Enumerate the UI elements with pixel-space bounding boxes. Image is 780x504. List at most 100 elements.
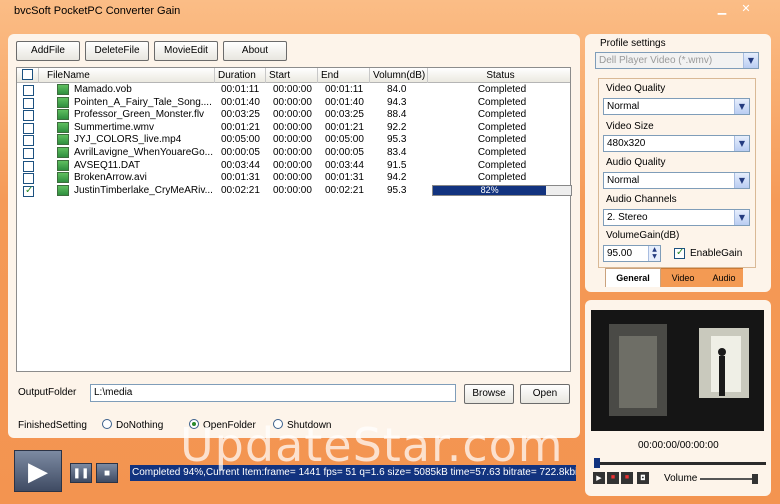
audio-channels-value: 2. Stereo — [607, 212, 648, 223]
output-folder-label: OutputFolder — [18, 387, 77, 398]
stop-icon[interactable]: ■ — [96, 463, 118, 483]
status-value: Completed — [477, 134, 527, 146]
volume-handle[interactable] — [752, 474, 758, 484]
video-quality-value: Normal — [607, 101, 640, 112]
minimize-icon[interactable]: ▁ — [712, 2, 732, 16]
volume-value: 94.2 — [387, 172, 407, 184]
table-row[interactable]: AVSEQ11.DAT 00:03:44 00:00:00 00:03:44 91.5 C… — [17, 159, 570, 173]
snapshot-icon[interactable]: ◘ — [637, 472, 649, 484]
table-row[interactable]: AvrilLavigne_WhenYouareGo... 00:00:05 00:0… — [17, 147, 570, 160]
select-all-checkbox[interactable] — [22, 69, 33, 80]
file-name: AvrilLavigne_WhenYouareGo... — [74, 147, 213, 158]
chevron-down-icon[interactable]: ▼ — [743, 53, 758, 68]
table-row[interactable]: Mamado.vob 00:01:11 00:00:00 00:01:11 84.0 Co… — [17, 84, 570, 97]
row-checkbox[interactable] — [23, 110, 34, 122]
playback-time: 00:00:00/00:00:00 — [638, 440, 719, 451]
tab-audio[interactable]: Audio — [705, 268, 743, 287]
tab-video[interactable]: Video — [661, 268, 705, 287]
output-folder-input[interactable]: L:\media — [90, 384, 456, 402]
table-row[interactable]: JYJ_COLORS_live.mp4 00:05:00 00:00:00 00:05… — [17, 134, 570, 147]
audio-quality-select[interactable]: Normal ▼ — [603, 172, 750, 189]
end-value: 00:02:21 — [325, 184, 364, 196]
close-icon[interactable]: ✕ — [736, 2, 756, 16]
about-button[interactable]: About — [223, 41, 287, 61]
table-row[interactable]: Summertime.wmv 00:01:21 00:00:00 00:01:21 92… — [17, 121, 570, 135]
table-row[interactable]: Pointen_A_Fairy_Tale_Song.... 00:01:40 00:… — [17, 96, 570, 110]
table-row[interactable]: BrokenArrow.avi 00:01:31 00:00:00 00:01:31 9… — [17, 172, 570, 185]
audio-quality-label: Audio Quality — [606, 157, 666, 168]
header-start[interactable]: Start — [266, 68, 318, 83]
header-status[interactable]: Status — [428, 68, 570, 83]
volume-slider[interactable] — [700, 478, 758, 480]
enable-gain-checkbox[interactable] — [674, 247, 685, 259]
video-file-icon — [57, 109, 69, 121]
chevron-down-icon[interactable]: ▼ — [734, 136, 749, 151]
video-size-select[interactable]: 480x320 ▼ — [603, 135, 750, 152]
movie-edit-button[interactable]: MovieEdit — [154, 41, 218, 61]
table-row[interactable]: Professor_Green_Monster.flv 00:03:25 00:00… — [17, 109, 570, 122]
row-checkbox[interactable] — [23, 85, 34, 96]
end-value: 00:01:40 — [325, 96, 364, 108]
start-value: 00:00:00 — [273, 159, 312, 171]
file-name: JustinTimberlake_CryMeARiv... — [74, 184, 213, 196]
volume-value: 88.4 — [387, 109, 407, 121]
watermark-text: UpdateStar.com — [180, 418, 564, 472]
seek-bar[interactable] — [596, 462, 766, 465]
chevron-down-icon[interactable]: ▼ — [734, 99, 749, 114]
header-duration[interactable]: Duration — [215, 68, 266, 83]
duration-value: 00:02:21 — [221, 184, 260, 196]
row-checkbox[interactable] — [23, 135, 34, 147]
title-bar: bvcSoft PocketPC Converter Gain ▁ ✕ — [0, 0, 780, 24]
row-checkbox[interactable] — [23, 148, 34, 159]
tab-general[interactable]: General — [605, 268, 661, 287]
video-file-icon — [57, 172, 69, 184]
table-row[interactable]: JustinTimberlake_CryMeARiv... 00:02:21 00:… — [17, 184, 572, 198]
seek-handle[interactable] — [594, 458, 600, 468]
end-value: 00:01:21 — [325, 121, 364, 133]
stop-small-icon[interactable]: ■ — [607, 472, 619, 484]
duration-value: 00:00:05 — [221, 147, 260, 158]
profile-select[interactable]: Dell Player Video (*.wmv) ▼ — [595, 52, 759, 69]
volume-gain-spinner[interactable]: 95.00 ▲ ▼ — [603, 245, 661, 262]
header-check[interactable] — [17, 68, 39, 83]
play-small-icon[interactable]: ▶ — [593, 472, 605, 484]
open-button[interactable]: Open — [520, 384, 570, 404]
record-small-icon[interactable]: ■ — [621, 472, 633, 484]
header-filename[interactable]: FileName — [39, 68, 215, 83]
video-file-icon — [57, 147, 69, 158]
status-value: Completed — [477, 159, 527, 171]
spinner-arrows-icon[interactable]: ▲ ▼ — [648, 246, 660, 261]
finished-setting-label: FinishedSetting — [18, 420, 87, 431]
chevron-down-icon[interactable]: ▼ — [734, 173, 749, 188]
row-checkbox[interactable] — [23, 160, 34, 172]
volume-value: 83.4 — [387, 147, 407, 158]
video-file-icon — [57, 134, 69, 146]
pause-icon[interactable]: ❚❚ — [70, 463, 92, 483]
volume-value: 95.3 — [387, 184, 407, 196]
start-value: 00:00:00 — [273, 147, 312, 158]
volume-value: 84.0 — [387, 84, 407, 95]
header-volume[interactable]: Volumn(dB) — [370, 68, 428, 83]
file-grid[interactable]: FileName Duration Start End Volumn(dB) S… — [16, 67, 572, 372]
file-name: Pointen_A_Fairy_Tale_Song.... — [74, 96, 212, 108]
duration-value: 00:01:40 — [221, 96, 260, 108]
radio-do-nothing[interactable] — [102, 419, 112, 429]
video-quality-select[interactable]: Normal ▼ — [603, 98, 750, 115]
chevron-down-icon[interactable]: ▼ — [734, 210, 749, 225]
delete-file-button[interactable]: DeleteFile — [85, 41, 149, 61]
start-convert-button[interactable]: ▶ — [14, 450, 62, 492]
header-end[interactable]: End — [318, 68, 370, 83]
status-value: Completed — [477, 172, 527, 184]
row-checkbox[interactable] — [23, 173, 34, 185]
row-checkbox[interactable] — [23, 97, 34, 109]
row-checkbox[interactable] — [23, 185, 34, 197]
volume-value: 91.5 — [387, 159, 407, 171]
audio-channels-select[interactable]: 2. Stereo ▼ — [603, 209, 750, 226]
browse-button[interactable]: Browse — [464, 384, 514, 404]
app-window: bvcSoft PocketPC Converter Gain ▁ ✕ AddF… — [0, 0, 780, 504]
row-checkbox[interactable] — [23, 122, 34, 134]
add-file-button[interactable]: AddFile — [16, 41, 80, 61]
progress-fill: 82% — [433, 185, 547, 195]
volume-value: 94.3 — [387, 96, 407, 108]
status-value: Completed — [477, 84, 527, 95]
